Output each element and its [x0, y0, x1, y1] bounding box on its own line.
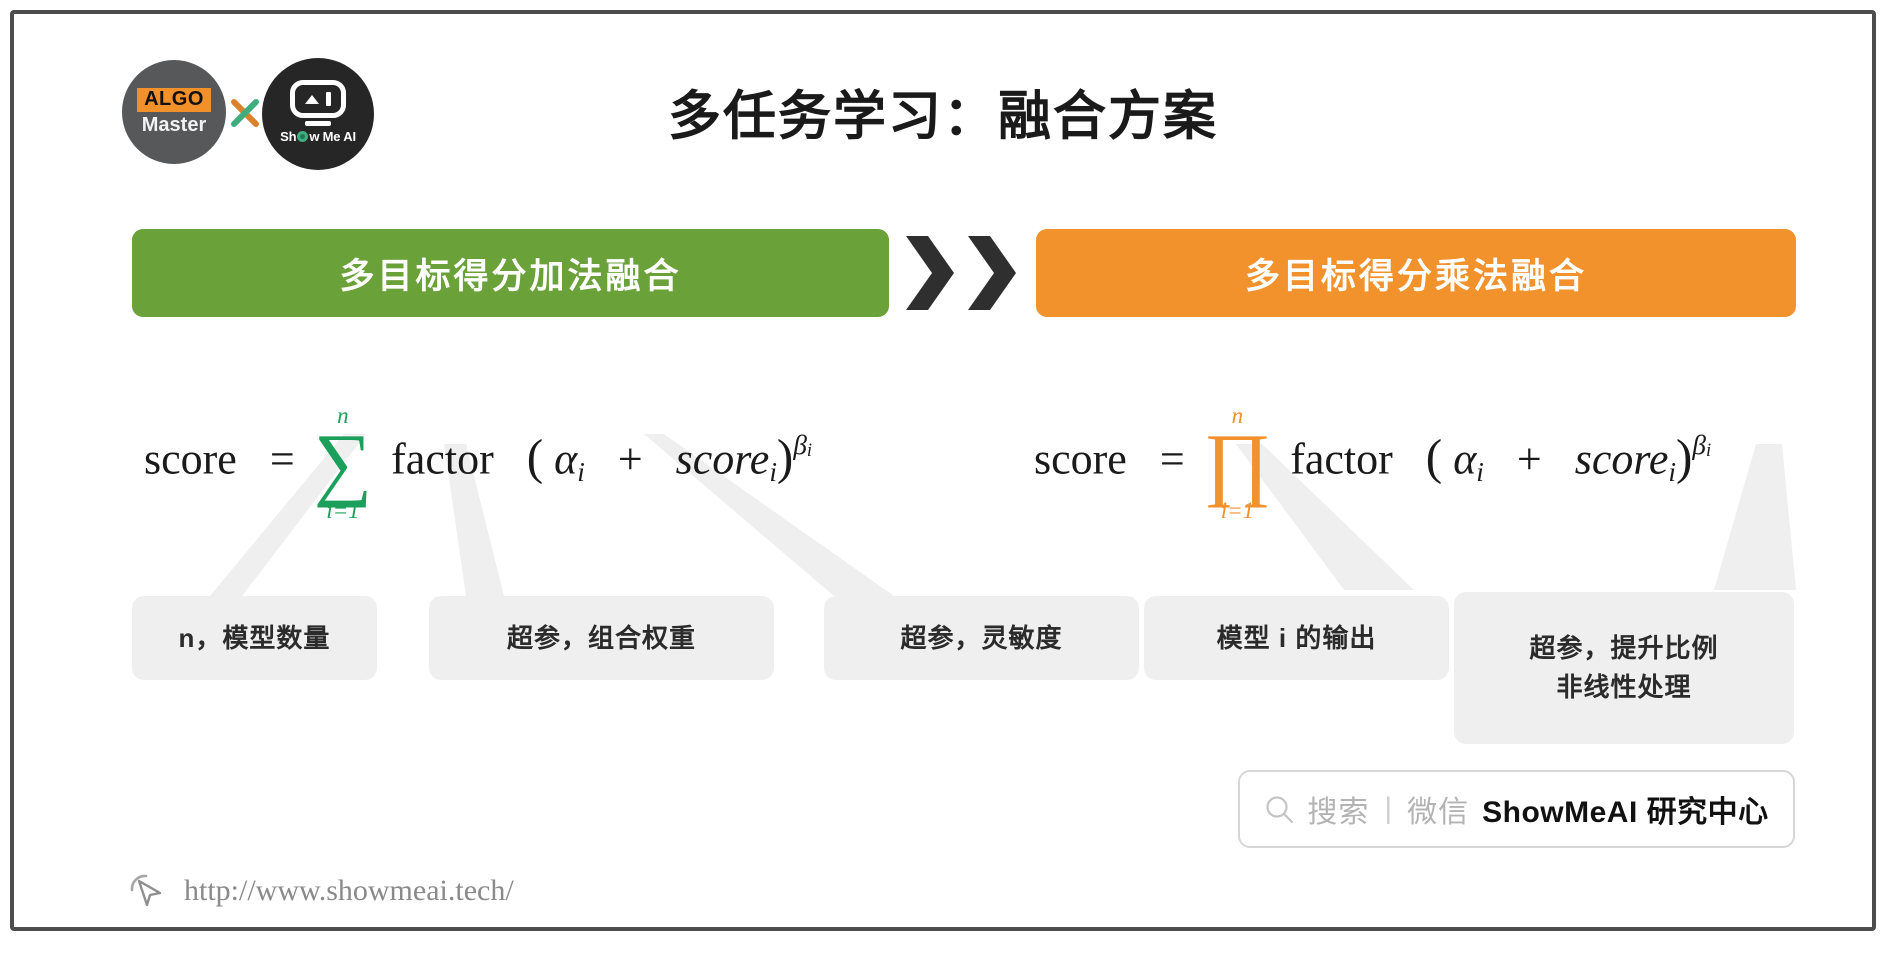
formula-multiplicative-alpha: α	[1453, 434, 1477, 484]
formula-additive-factor: factor	[391, 434, 494, 484]
callout-model-output-line1: 模型 i 的输出	[1216, 622, 1377, 653]
banner-multiplicative-fusion: 多目标得分乘法融合	[1036, 229, 1796, 317]
formula-multiplicative-beta: β	[1692, 429, 1706, 460]
formula-multiplicative-factor: factor	[1290, 434, 1393, 484]
callout-alpha-weight-line1: 超参，组合权重	[506, 622, 696, 653]
channel-label: 微信	[1407, 796, 1470, 829]
product-glyph: ∏	[1203, 417, 1272, 509]
magnifier-icon	[1264, 794, 1294, 824]
formula-multiplicative-score-term: score	[1574, 434, 1669, 484]
summation-operator-icon: n ∑ i=1	[313, 403, 373, 523]
callout-beta-sensitivity-line1: 超参，灵敏度	[900, 622, 1063, 653]
footer-url[interactable]: http://www.showmeai.tech/	[184, 874, 514, 908]
formula-additive-close-paren: )	[776, 429, 794, 485]
formula-additive-score-term: score	[675, 434, 770, 484]
callout-beta-boost-line1: 超参，提升比例	[1529, 633, 1719, 663]
banner-additive-fusion: 多目标得分加法融合	[132, 229, 889, 317]
mouse-pointer-icon	[126, 870, 168, 912]
formula-multiplicative-equals: =	[1159, 434, 1185, 484]
formula-additive-beta-sub: i	[806, 439, 813, 460]
callout-n-count: n，模型数量	[132, 596, 377, 680]
slide-frame: ALGO Master Sh w Me AI 多任务学习：融合方案 多目标得分加…	[10, 10, 1876, 931]
callout-beta-boost-line2: 非线性处理	[1556, 672, 1692, 702]
summation-glyph: ∑	[313, 417, 373, 509]
banner-multiplicative-label: 多目标得分乘法融合	[1244, 256, 1587, 296]
formula-multiplicative-plus: +	[1516, 434, 1542, 484]
formula-multiplicative-lhs: score	[1034, 434, 1127, 484]
callout-alpha-weight: 超参，组合权重	[429, 596, 774, 680]
formula-multiplicative-close-paren: )	[1675, 429, 1693, 485]
formula-additive-alpha-sub: i	[577, 457, 585, 488]
callout-beta-boost: 超参，提升比例 非线性处理	[1454, 592, 1794, 744]
formula-additive-alpha: α	[554, 434, 578, 484]
formula-additive-beta: β	[793, 429, 807, 460]
formula-multiplicative-open-paren: (	[1425, 429, 1443, 485]
callout-model-output: 模型 i 的输出	[1144, 596, 1449, 680]
product-operator-icon: n ∏ i=1	[1203, 403, 1272, 523]
banner-additive-label: 多目标得分加法融合	[339, 256, 682, 296]
formula-additive: score = n ∑ i=1 factor ( αi + scorei)βi	[144, 403, 813, 523]
formula-multiplicative-score-sub: i	[1668, 457, 1676, 488]
wechat-search-watermark: 搜索 | 微信 ShowMeAI 研究中心	[1238, 770, 1795, 848]
page-title: 多任务学习：融合方案	[668, 87, 1218, 146]
formula-multiplicative-alpha-sub: i	[1476, 457, 1484, 488]
search-label: 搜索	[1307, 796, 1370, 829]
formula-additive-plus: +	[617, 434, 643, 484]
formula-additive-lhs: score	[144, 434, 237, 484]
formula-additive-score-sub: i	[769, 457, 777, 488]
search-divider: |	[1384, 792, 1393, 825]
formula-additive-open-paren: (	[526, 429, 544, 485]
callout-n-count-line1: n，模型数量	[178, 622, 331, 653]
footer: http://www.showmeai.tech/	[126, 870, 514, 912]
formula-multiplicative: score = n ∏ i=1 factor ( αi + scorei)βi	[1034, 403, 1712, 523]
formula-multiplicative-beta-sub: i	[1705, 439, 1712, 460]
callout-beta-sensitivity: 超参，灵敏度	[824, 596, 1139, 680]
brand-name: ShowMeAI 研究中心	[1482, 796, 1769, 829]
double-chevron-right-icon	[902, 232, 1024, 314]
formula-additive-equals: =	[269, 434, 295, 484]
